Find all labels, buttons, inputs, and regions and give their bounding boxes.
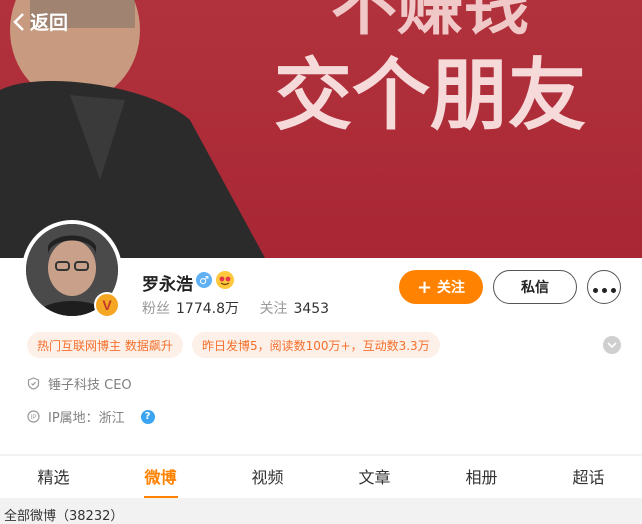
following-label: 关注 bbox=[259, 301, 288, 317]
profile-tabs: 精选 微博 视频 文章 相册 超话 bbox=[0, 456, 642, 498]
company-info: 锤子科技 CEO bbox=[27, 374, 132, 393]
back-button[interactable]: 返回 bbox=[12, 8, 68, 35]
tab-weibo[interactable]: 微博 bbox=[107, 456, 214, 498]
more-options-button[interactable] bbox=[587, 270, 621, 304]
message-button[interactable]: 私信 bbox=[493, 270, 577, 304]
emoji-icon bbox=[216, 271, 234, 289]
company-text: 锤子科技 CEO bbox=[48, 378, 132, 393]
chevron-left-icon bbox=[13, 12, 24, 31]
profile-card: V 罗永浩 ♂ 粉丝 1774.8万 关注 3453 + 关注 私信 热门互联网博主… bbox=[0, 220, 642, 454]
ip-location-text: IP属地：浙江 bbox=[48, 411, 125, 426]
avatar-frame: V bbox=[22, 220, 122, 320]
follow-button-label: 关注 bbox=[437, 280, 466, 296]
profile-banner: 不赚钱 交个朋友 返回 bbox=[0, 0, 642, 258]
banner-artwork: 不赚钱 交个朋友 bbox=[0, 0, 586, 258]
back-label: 返回 bbox=[30, 12, 69, 34]
profile-stats: 粉丝 1774.8万 关注 3453 bbox=[142, 298, 335, 318]
tab-articles[interactable]: 文章 bbox=[321, 456, 428, 498]
verified-icon: V bbox=[94, 292, 120, 318]
activity-stats-tag[interactable]: 昨日发博5，阅读数100万+，互动数3.3万 bbox=[192, 332, 440, 358]
fans-label: 粉丝 bbox=[142, 301, 170, 317]
ip-info: IP IP属地：浙江 ? bbox=[27, 407, 155, 426]
tab-videos[interactable]: 视频 bbox=[214, 456, 321, 498]
profile-name: 罗永浩 bbox=[142, 275, 193, 295]
plus-icon: + bbox=[416, 276, 433, 298]
shield-icon bbox=[27, 377, 40, 390]
more-dots-icon bbox=[591, 278, 618, 297]
message-button-label: 私信 bbox=[521, 280, 549, 296]
tab-albums[interactable]: 相册 bbox=[428, 456, 535, 498]
banner-slogan-line2: 交个朋友 bbox=[274, 51, 586, 141]
banner-slogan-line1: 不赚钱 bbox=[331, 0, 529, 44]
following-count[interactable]: 3453 bbox=[293, 301, 329, 317]
tab-featured[interactable]: 精选 bbox=[0, 456, 107, 498]
male-icon: ♂ bbox=[196, 272, 212, 288]
chevron-down-icon bbox=[607, 342, 617, 349]
svg-text:IP: IP bbox=[31, 415, 37, 421]
follow-button[interactable]: + 关注 bbox=[399, 270, 483, 304]
tab-super-topics[interactable]: 超话 bbox=[535, 456, 642, 498]
hot-blogger-tag[interactable]: 热门互联网博主 数据飙升 bbox=[27, 332, 183, 358]
expand-button[interactable] bbox=[603, 336, 621, 354]
post-count: 全部微博（38232） bbox=[4, 509, 124, 524]
fans-count[interactable]: 1774.8万 bbox=[176, 301, 239, 317]
ip-icon: IP bbox=[27, 410, 40, 423]
help-icon[interactable]: ? bbox=[140, 409, 155, 424]
